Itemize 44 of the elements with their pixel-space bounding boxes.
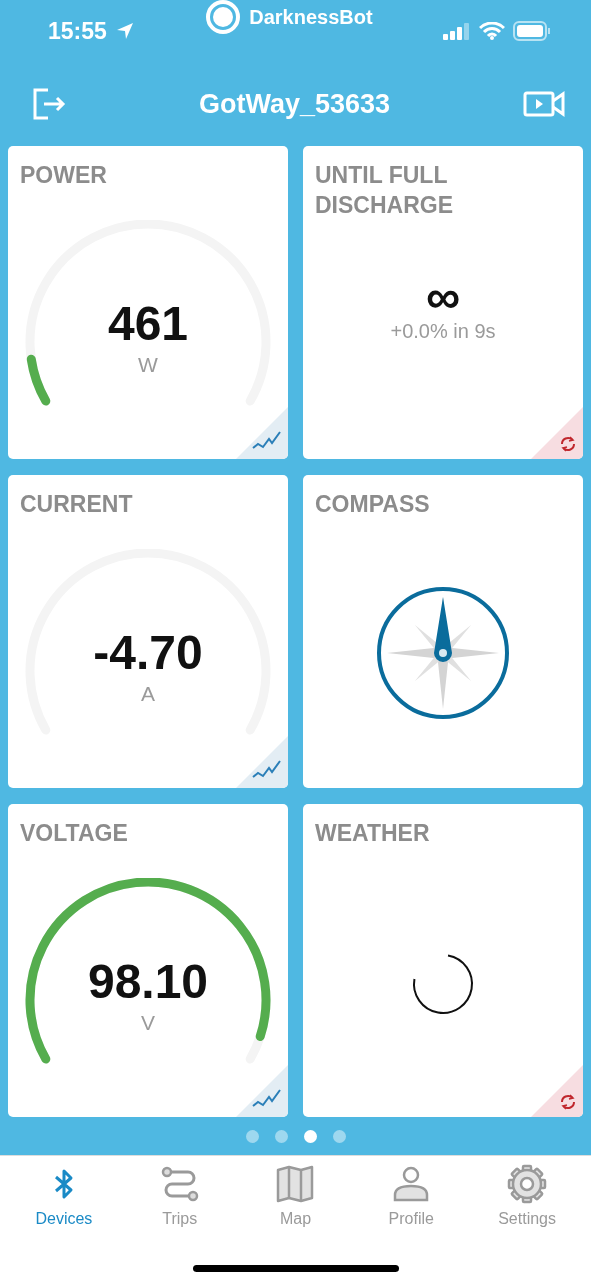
page-dot[interactable] [332,1129,346,1143]
gauge-value: -4.70 [93,625,203,680]
compass-icon [375,585,511,721]
tab-bar-item[interactable]: Map [240,1164,351,1228]
logout-icon[interactable] [32,87,66,121]
tab-bar-item[interactable]: Devices [8,1164,119,1228]
tile-title: POWER [19,161,108,190]
gauge-value: 98.10 [87,954,209,1009]
page-dot[interactable] [245,1129,259,1143]
tile-title: CURRENT [19,490,134,519]
tile-card[interactable]: WEATHER [303,804,583,1117]
video-camera-icon[interactable] [523,90,565,118]
tab-bar-item[interactable]: Profile [356,1164,467,1228]
tab-bar-item[interactable]: Settings [472,1164,583,1228]
tile-card[interactable]: CURRENT -4.70 A [8,475,288,788]
gauge-unit: W [138,353,158,377]
page-dot[interactable] [303,1129,317,1143]
tile-title: COMPASS [314,490,431,519]
gauge-unit: A [141,682,155,706]
tile-card[interactable]: VOLTAGE 98.10 V [8,804,288,1117]
page-dot[interactable] [274,1129,288,1143]
clock-time: 15:55 [48,17,107,45]
refresh-icon [559,1093,577,1111]
tab-bar-item[interactable]: Trips [124,1164,235,1228]
refresh-icon [559,435,577,453]
discharge-rate: +0.0% in 9s [390,320,496,343]
tile-card[interactable]: UNTIL FULL DISCHARGE ∞ +0.0% in 9s [303,146,583,459]
loading-spinner [411,952,475,1016]
gauge-unit: V [141,1011,155,1035]
infinity-value: ∞ [425,274,461,320]
tile-title: VOLTAGE [19,819,129,848]
ring-logo-icon [205,0,242,35]
wifi-icon [479,22,505,40]
tile-card[interactable]: COMPASS [303,475,583,788]
tile-title: WEATHER [314,819,431,848]
tile-title: UNTIL FULL DISCHARGE [314,161,454,220]
signal-icon [443,22,471,40]
map-icon [275,1164,316,1204]
battery-icon [513,21,551,41]
tile-card[interactable]: POWER 461 W [8,146,288,459]
route-icon [159,1164,200,1204]
gauge-value: 461 [107,296,189,351]
device-title: GotWay_53633 [198,88,391,120]
app-name: DarknessBot [249,5,373,29]
